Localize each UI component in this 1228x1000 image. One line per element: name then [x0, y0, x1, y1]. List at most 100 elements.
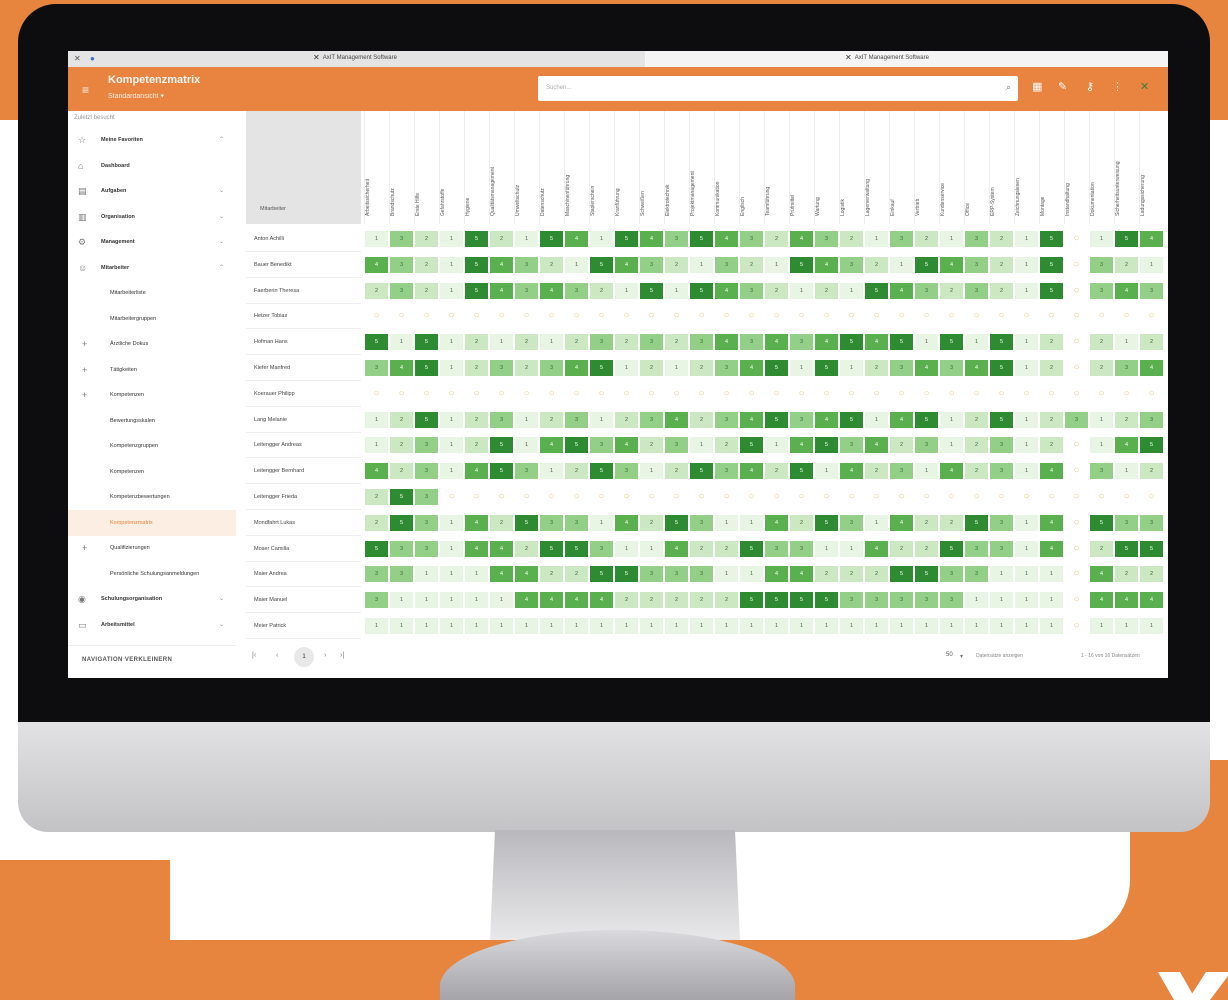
matrix-cell[interactable]: ○	[515, 386, 538, 402]
matrix-cell[interactable]: 1	[740, 618, 763, 634]
matrix-cell[interactable]: 1	[390, 618, 413, 634]
matrix-cell[interactable]: 2	[815, 566, 838, 583]
matrix-cell[interactable]: 2	[365, 514, 388, 531]
matrix-cell[interactable]: ○	[1065, 334, 1088, 350]
matrix-cell[interactable]: 2	[540, 411, 563, 428]
matrix-cell[interactable]: 3	[915, 592, 938, 609]
matrix-column-header[interactable]: Dokumentation	[1089, 111, 1115, 224]
matrix-cell[interactable]: 4	[1040, 463, 1063, 480]
matrix-cell[interactable]: 4	[490, 540, 513, 557]
matrix-cell[interactable]: 3	[690, 334, 713, 351]
matrix-cell[interactable]: ○	[1065, 463, 1088, 479]
matrix-column-header[interactable]: Umweltschutz	[514, 111, 540, 224]
matrix-cell[interactable]: ○	[440, 308, 463, 324]
matrix-cell[interactable]: 3	[565, 514, 588, 531]
matrix-cell[interactable]: 1	[1015, 463, 1038, 480]
matrix-cell[interactable]: 4	[1140, 231, 1163, 247]
matrix-cell[interactable]: 5	[890, 334, 913, 351]
matrix-cell[interactable]: ○	[990, 386, 1013, 402]
matrix-cell[interactable]: 1	[915, 463, 938, 480]
matrix-cell[interactable]: ○	[365, 386, 388, 402]
employee-row-label[interactable]: Meier Patrick	[246, 614, 361, 639]
matrix-column-header[interactable]: Instandhaltung	[1064, 111, 1090, 224]
matrix-cell[interactable]: 5	[465, 282, 488, 299]
matrix-cell[interactable]: 3	[815, 231, 838, 247]
matrix-cell[interactable]: 5	[1140, 540, 1163, 557]
matrix-cell[interactable]: 2	[640, 437, 663, 454]
matrix-cell[interactable]: 4	[715, 231, 738, 247]
matrix-cell[interactable]: 3	[365, 566, 388, 583]
matrix-cell[interactable]: 3	[665, 566, 688, 583]
matrix-column-header[interactable]: Englisch	[739, 111, 765, 224]
employee-row-label[interactable]: Leitengger Bernhard	[246, 459, 361, 485]
matrix-cell[interactable]: 5	[690, 231, 713, 247]
matrix-cell[interactable]: ○	[1065, 592, 1088, 608]
matrix-cell[interactable]: 3	[890, 463, 913, 480]
matrix-cell[interactable]: 2	[990, 231, 1013, 247]
matrix-cell[interactable]: 1	[665, 360, 688, 376]
matrix-cell[interactable]: 2	[565, 566, 588, 583]
matrix-column-header[interactable]: Hygiene	[464, 111, 490, 224]
employee-row-label[interactable]: Kiefer Manfred	[246, 356, 361, 381]
matrix-cell[interactable]: 1	[440, 618, 463, 634]
matrix-cell[interactable]: 2	[765, 231, 788, 247]
matrix-cell[interactable]: 2	[590, 282, 613, 299]
matrix-column-header[interactable]: Logistik	[839, 111, 865, 224]
sidebar-item[interactable]: Kompetenzen	[68, 459, 236, 485]
matrix-cell[interactable]: 1	[490, 618, 513, 634]
matrix-cell[interactable]: 4	[465, 463, 488, 480]
matrix-cell[interactable]: 4	[890, 282, 913, 299]
matrix-cell[interactable]: 5	[865, 282, 888, 299]
matrix-cell[interactable]: 2	[1040, 411, 1063, 428]
matrix-cell[interactable]: 1	[815, 463, 838, 480]
user-avatar-icon[interactable]: ✕	[1140, 80, 1149, 93]
sidebar-item[interactable]: + Tätigkeiten	[68, 357, 236, 383]
matrix-cell[interactable]: 3	[890, 231, 913, 247]
matrix-cell[interactable]: 1	[1015, 411, 1038, 428]
matrix-cell[interactable]: 4	[815, 411, 838, 428]
sidebar-item[interactable]: Bewertungsskalen	[68, 408, 236, 434]
browser-tab-left[interactable]: ✕ ● ✕ AxIT Management Software	[68, 51, 645, 67]
matrix-cell[interactable]: 2	[465, 360, 488, 376]
sidebar-item[interactable]: ▭ Arbeitsmittel ⌄	[68, 612, 236, 638]
matrix-cell[interactable]: 4	[515, 566, 538, 583]
matrix-cell[interactable]: ○	[540, 308, 563, 324]
matrix-cell[interactable]: ○	[540, 386, 563, 402]
matrix-cell[interactable]: 1	[415, 618, 438, 634]
expand-icon[interactable]: +	[82, 543, 87, 553]
matrix-cell[interactable]: 3	[1065, 411, 1088, 428]
matrix-column-header[interactable]: Kundenservice	[939, 111, 965, 224]
matrix-cell[interactable]: 5	[990, 411, 1013, 428]
matrix-cell[interactable]: 2	[1090, 360, 1113, 376]
matrix-column-header[interactable]: Ladungssicherung	[1139, 111, 1165, 224]
matrix-cell[interactable]: 1	[1090, 618, 1113, 634]
matrix-cell[interactable]: 3	[965, 231, 988, 247]
matrix-cell[interactable]: ○	[565, 489, 588, 505]
matrix-cell[interactable]: 3	[490, 411, 513, 428]
matrix-cell[interactable]: ○	[915, 308, 938, 324]
matrix-cell[interactable]: 1	[365, 411, 388, 428]
matrix-cell[interactable]: 1	[840, 540, 863, 557]
matrix-cell[interactable]: ○	[665, 308, 688, 324]
employee-row-label[interactable]: Maier Manuel	[246, 588, 361, 614]
employee-row-label[interactable]: Bauer Benedikt	[246, 253, 361, 278]
chevron-icon[interactable]: ⌄	[219, 238, 224, 245]
matrix-column-header[interactable]: Montage	[1039, 111, 1065, 224]
matrix-cell[interactable]: 4	[1115, 592, 1138, 609]
matrix-cell[interactable]: 2	[715, 592, 738, 609]
matrix-cell[interactable]: ○	[540, 489, 563, 505]
matrix-cell[interactable]: 4	[1140, 360, 1163, 376]
matrix-cell[interactable]: 4	[465, 540, 488, 557]
matrix-cell[interactable]: 4	[1090, 566, 1113, 583]
matrix-cell[interactable]: ○	[390, 386, 413, 402]
matrix-cell[interactable]: 2	[915, 514, 938, 531]
matrix-cell[interactable]: ○	[590, 489, 613, 505]
sidebar-item[interactable]: + Qualifizierungen	[68, 535, 236, 561]
matrix-cell[interactable]: 3	[565, 282, 588, 299]
employee-row-label[interactable]: Heizer Tobias	[246, 304, 361, 330]
sidebar-item[interactable]: ▥ Organisation ⌄	[68, 204, 236, 230]
matrix-cell[interactable]: ○	[640, 386, 663, 402]
matrix-cell[interactable]: 2	[390, 411, 413, 428]
matrix-cell[interactable]: 2	[965, 437, 988, 454]
matrix-cell[interactable]: 3	[390, 282, 413, 299]
